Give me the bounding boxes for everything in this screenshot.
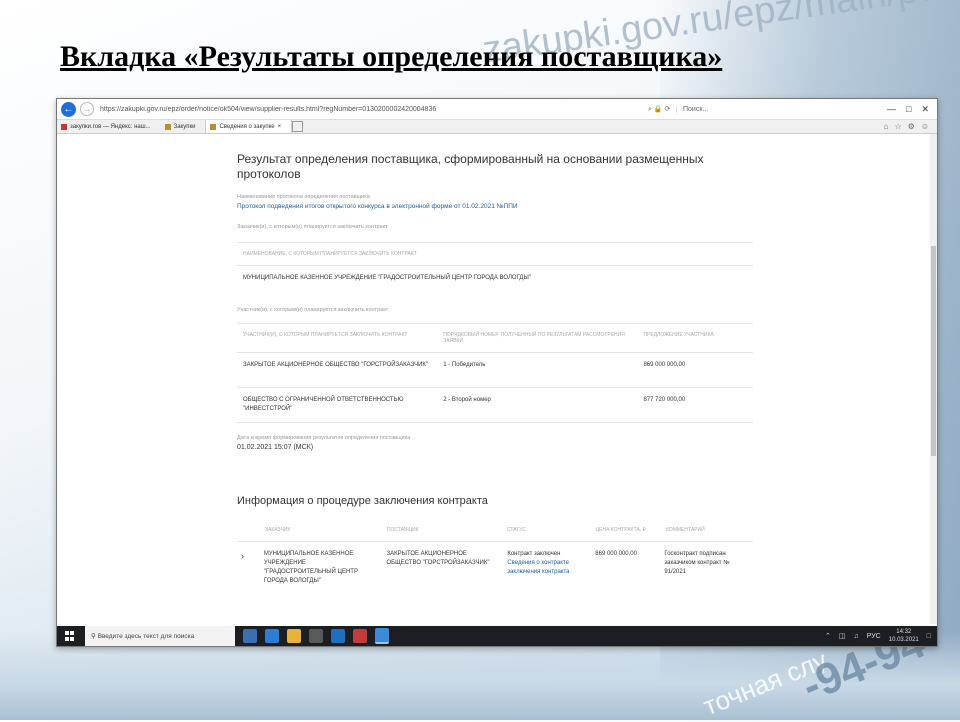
participant-name: ЗАКРЫТОЕ АКЦИОНЕРНОЕ ОБЩЕСТВО "ГОРСТРОЙЗ… bbox=[243, 362, 429, 368]
tab-label: Сведения о закупке bbox=[219, 123, 275, 130]
smiley-icon[interactable]: ☺ bbox=[921, 122, 929, 131]
arrow-right-icon: → bbox=[83, 104, 91, 114]
browser-toolbar: ⌂ ☆ ⚙ ☺ bbox=[884, 122, 929, 131]
slide-title: Вкладка «Результаты определения поставщи… bbox=[60, 40, 723, 73]
network-icon[interactable]: ◫ bbox=[839, 632, 846, 640]
column-header: Поставщик bbox=[386, 527, 419, 533]
date-value: 01.02.2021 15:07 (МСК) bbox=[237, 444, 314, 451]
forward-button[interactable]: → bbox=[80, 102, 94, 116]
internet-explorer-icon[interactable] bbox=[375, 628, 389, 644]
tab-zakupki[interactable]: Закупки bbox=[161, 120, 206, 133]
protocol-label: Наименование протокола определения поста… bbox=[237, 194, 370, 200]
yandex-icon bbox=[61, 123, 67, 130]
contract-status-text: Контракт заключен bbox=[507, 551, 561, 557]
page-content: Результат определения поставщика, сформи… bbox=[237, 134, 753, 594]
participant-rank: 1 - Победитель bbox=[443, 362, 486, 368]
arrow-left-icon: ← bbox=[63, 103, 74, 115]
clock-time: 14:32 bbox=[896, 629, 912, 635]
tab-purchase-details[interactable]: Сведения о закупке × bbox=[205, 120, 293, 133]
contract-heading: Информация о процедуре заключения контра… bbox=[237, 495, 488, 507]
participant-name: ОБЩЕСТВО С ОГРАНИЧЕННОЙ ОТВЕТСТВЕННОСТЬЮ… bbox=[243, 397, 404, 412]
gear-icon[interactable]: ⚙ bbox=[908, 122, 915, 131]
table-row: ЗАКРЫТОЕ АКЦИОНЕРНОЕ ОБЩЕСТВО "ГОРСТРОЙЗ… bbox=[237, 353, 753, 388]
language-indicator[interactable]: РУС bbox=[867, 633, 881, 640]
edge-icon[interactable] bbox=[265, 629, 279, 643]
contract-comment: Госконтракт подписан заказчиком контракт… bbox=[664, 551, 730, 575]
participant-offer: 877 720 000,00 bbox=[643, 397, 686, 403]
contract-status: Контракт заключен Сведения о контракте з… bbox=[503, 542, 591, 594]
contract-customer: МУНИЦИПАЛЬНОЕ КАЗЕННОЕ УЧРЕЖДЕНИЕ "ГРАДО… bbox=[263, 551, 358, 584]
column-header: Участник(и), с которым планируется заклю… bbox=[243, 332, 408, 338]
tab-label: закупки.гов — Яндекс: наш... bbox=[70, 123, 151, 130]
contract-status-link[interactable]: Сведения о контракте заключения контракт… bbox=[507, 559, 587, 577]
system-tray: ⌃ ◫ ♫ РУС 14:32 10.03.2021 □ bbox=[825, 628, 931, 644]
table-row: › МУНИЦИПАЛЬНОЕ КАЗЕННОЕ УЧРЕЖДЕНИЕ "ГРА… bbox=[237, 541, 753, 594]
emblem-icon bbox=[164, 123, 171, 130]
web-page: Результат определения поставщика, сформи… bbox=[57, 134, 937, 624]
search-icon: ⚲ bbox=[91, 633, 98, 640]
url-tools[interactable]: ⌕ 🔒 ⟳ bbox=[648, 105, 676, 114]
participants-label: Участник(и), с которым(и) планируется за… bbox=[237, 307, 389, 313]
tab-label: Закупки bbox=[173, 123, 196, 130]
home-icon[interactable]: ⌂ bbox=[884, 122, 889, 131]
taskbar: ⚲ Введите здесь текст для поиска ⌃ ◫ ♫ Р… bbox=[57, 626, 937, 646]
windows-start-icon[interactable] bbox=[65, 631, 75, 641]
page-heading: Результат определения поставщика, сформи… bbox=[237, 152, 704, 181]
participants-header-row: Участник(и), с которым планируется заклю… bbox=[237, 323, 753, 353]
date-label: Дата и время формирования результатов оп… bbox=[237, 435, 411, 441]
folder-icon[interactable] bbox=[287, 629, 301, 643]
customers-label: Заказчик(и), с которым(и) планируется за… bbox=[237, 224, 388, 230]
star-icon[interactable]: ☆ bbox=[894, 122, 901, 131]
office-icon[interactable] bbox=[353, 629, 367, 643]
column-header: Предложение участника bbox=[643, 332, 714, 338]
taskbar-search-placeholder: Введите здесь текст для поиска bbox=[97, 632, 195, 640]
customer-name: МУНИЦИПАЛЬНОЕ КАЗЕННОЕ УЧРЕЖДЕНИЕ "ГРАДО… bbox=[243, 275, 531, 281]
chevron-up-icon[interactable]: ⌃ bbox=[825, 632, 831, 640]
tab-yandex[interactable]: закупки.гов — Яндекс: наш... bbox=[57, 120, 161, 133]
browser-search-input[interactable]: Поиск... bbox=[676, 105, 873, 113]
url-field[interactable]: https://zakupki.gov.ru/epz/order/notice/… bbox=[100, 106, 640, 113]
maximize-icon[interactable]: □ bbox=[906, 104, 911, 115]
chevron-right-icon[interactable]: › bbox=[237, 542, 260, 594]
column-header: Комментарий bbox=[665, 527, 705, 533]
participant-rank: 2 - Второй номер bbox=[443, 397, 491, 403]
clock-date: 10.03.2021 bbox=[888, 637, 919, 643]
customers-column-header: Наименование, с которым планируется закл… bbox=[243, 251, 417, 257]
minimize-icon[interactable]: — bbox=[887, 104, 896, 115]
close-icon[interactable]: ✕ bbox=[921, 104, 929, 115]
column-header: Заказчик bbox=[265, 527, 291, 533]
clock[interactable]: 14:32 10.03.2021 bbox=[889, 628, 919, 644]
contract-header-row: Заказчик Поставщик Статус Цена контракта… bbox=[237, 519, 753, 541]
scrollbar-thumb[interactable] bbox=[931, 246, 936, 456]
volume-icon[interactable]: ♫ bbox=[853, 633, 858, 640]
contract-supplier: ЗАКРЫТОЕ АКЦИОНЕРНОЕ ОБЩЕСТВО "ГОРСТРОЙЗ… bbox=[386, 551, 490, 566]
column-header: Статус bbox=[506, 527, 527, 533]
window-controls: — □ ✕ bbox=[887, 104, 929, 115]
column-header: Порядковый номер, полученный по результа… bbox=[443, 332, 625, 344]
table-row: ОБЩЕСТВО С ОГРАНИЧЕННОЙ ОТВЕТСТВЕННОСТЬЮ… bbox=[237, 388, 753, 423]
contract-price: 869 000 000,00 bbox=[595, 551, 637, 557]
vertical-scrollbar[interactable] bbox=[930, 134, 937, 624]
task-view-icon[interactable] bbox=[243, 629, 257, 643]
mail-icon[interactable] bbox=[331, 629, 345, 643]
emblem-icon bbox=[210, 123, 217, 130]
tab-bar: закупки.гов — Яндекс: наш... Закупки Све… bbox=[57, 120, 937, 134]
notifications-icon[interactable]: □ bbox=[927, 633, 931, 640]
close-tab-icon[interactable]: × bbox=[278, 124, 282, 130]
protocol-link[interactable]: Протокол подведения итогов открытого кон… bbox=[237, 203, 753, 210]
back-button[interactable]: ← bbox=[61, 101, 76, 117]
store-icon[interactable] bbox=[309, 629, 323, 643]
column-header: Цена контракта, ₽ bbox=[595, 527, 646, 533]
new-tab-button[interactable] bbox=[292, 121, 304, 132]
taskbar-search-input[interactable]: ⚲ Введите здесь текст для поиска bbox=[85, 626, 235, 646]
address-bar: ← → https://zakupki.gov.ru/epz/order/not… bbox=[57, 99, 937, 120]
participant-offer: 869 000 000,00 bbox=[643, 362, 686, 368]
browser-screenshot: ← → https://zakupki.gov.ru/epz/order/not… bbox=[56, 98, 938, 647]
